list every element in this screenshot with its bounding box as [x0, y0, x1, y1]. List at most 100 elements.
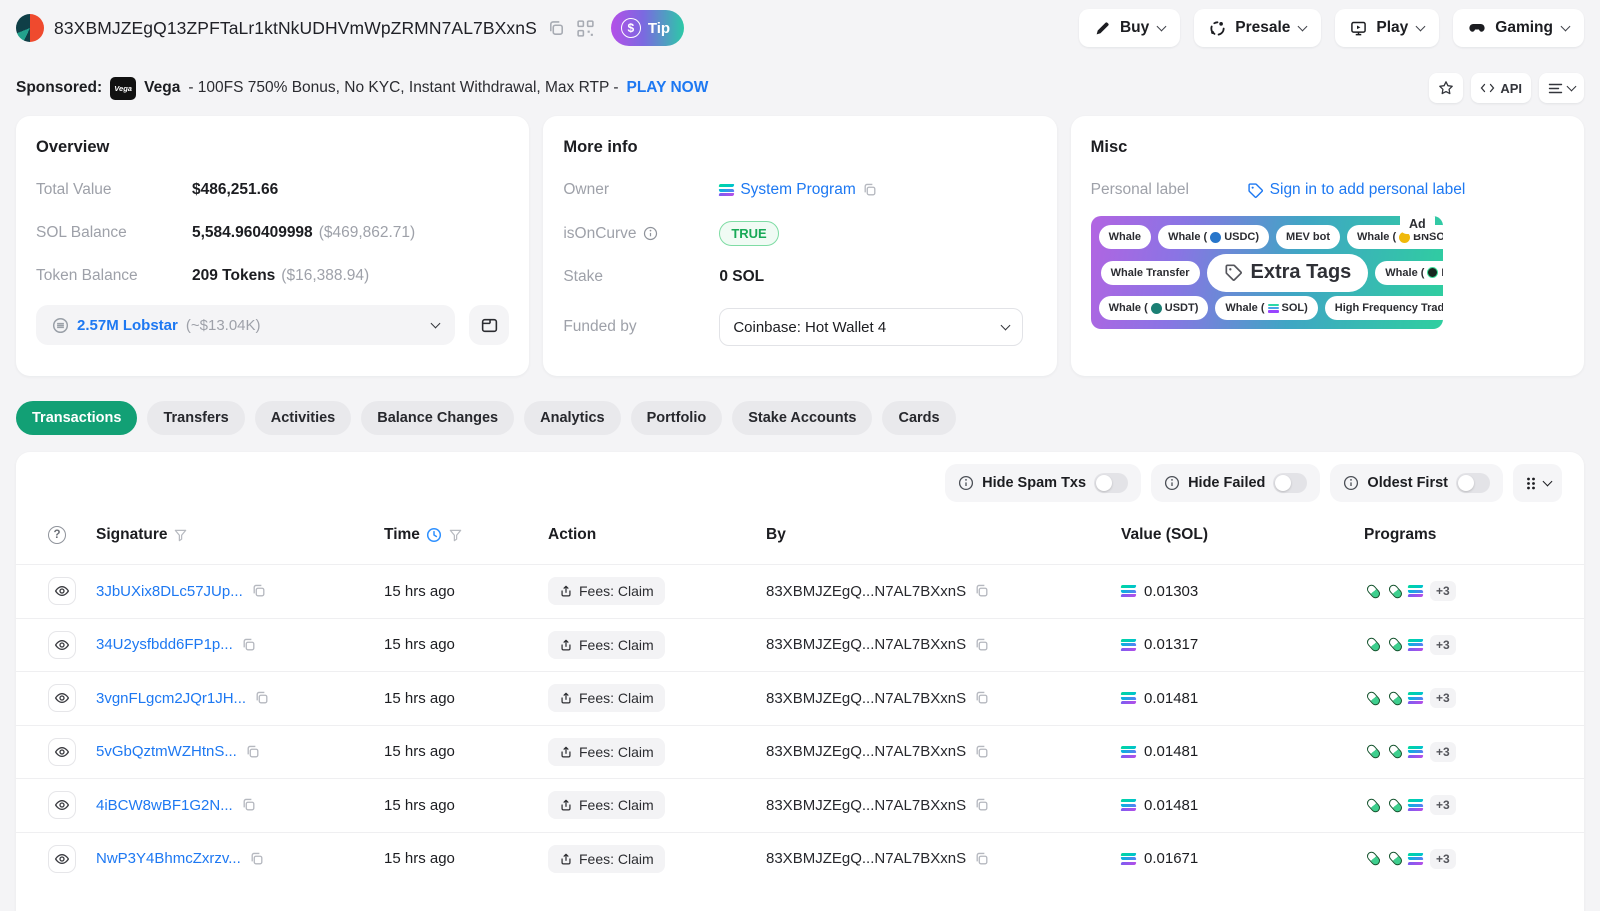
- is-on-curve-label: isOnCurve: [563, 225, 636, 243]
- tab-cards[interactable]: Cards: [882, 401, 955, 435]
- overview-card: Overview Total Value $486,251.66 SOL Bal…: [16, 116, 529, 376]
- signature-link[interactable]: 3vgnFLgcm2JQr1JH...: [96, 690, 246, 707]
- filter-funnel-icon[interactable]: [448, 528, 463, 543]
- more-programs-badge[interactable]: +3: [1430, 688, 1456, 708]
- sign-in-personal-label-link[interactable]: Sign in to add personal label: [1270, 181, 1466, 199]
- api-button[interactable]: API: [1471, 73, 1531, 103]
- coin-icon: [52, 317, 69, 334]
- preview-eye-button[interactable]: [48, 577, 76, 605]
- more-programs-badge[interactable]: +3: [1430, 742, 1456, 762]
- ad-tag-pill: Whale: [1099, 225, 1151, 249]
- total-value-label: Total Value: [36, 181, 192, 199]
- copy-icon[interactable]: [974, 797, 990, 813]
- time-cell: 15 hrs ago: [384, 583, 548, 600]
- copy-address-button[interactable]: [547, 19, 566, 38]
- action-badge: Fees: Claim: [548, 684, 665, 712]
- ad-tag-row-3: Whale (USDT)Whale (SOL)High Frequency Tr…: [1099, 296, 1435, 320]
- signature-link[interactable]: 5vGbQztmWZHtnS...: [96, 743, 237, 760]
- tab-balance-changes[interactable]: Balance Changes: [361, 401, 514, 435]
- tab-stake-accounts[interactable]: Stake Accounts: [732, 401, 872, 435]
- copy-icon[interactable]: [249, 851, 265, 867]
- more-programs-badge[interactable]: +3: [1430, 849, 1456, 869]
- pump-program-icon: [1364, 582, 1382, 600]
- misc-title: Misc: [1091, 138, 1564, 157]
- time-cell: 15 hrs ago: [384, 636, 548, 653]
- code-icon: [1480, 82, 1495, 94]
- copy-icon[interactable]: [974, 583, 990, 599]
- pump-program-icon: [1386, 582, 1404, 600]
- copy-icon[interactable]: [245, 744, 261, 760]
- favorite-button[interactable]: [1429, 73, 1463, 103]
- filter-funnel-icon[interactable]: [173, 528, 188, 543]
- copy-icon[interactable]: [974, 637, 990, 653]
- tab-transactions[interactable]: Transactions: [16, 401, 137, 435]
- programs-header: Programs: [1364, 526, 1436, 544]
- signature-link[interactable]: NwP3Y4BhmcZxrzv...: [96, 850, 241, 867]
- signature-link[interactable]: 34U2ysfbdd6FP1p...: [96, 636, 233, 653]
- columns-settings-button[interactable]: [1513, 464, 1562, 502]
- wallet-portfolio-button[interactable]: [469, 305, 509, 345]
- signature-link[interactable]: 3JbUXix8DLc57JUp...: [96, 583, 243, 600]
- copy-icon[interactable]: [251, 583, 267, 599]
- extra-tags-ad-banner[interactable]: Ad WhaleWhale (USDC)MEV botWhale (BNSOL)…: [1091, 216, 1443, 329]
- hide-spam-toggle[interactable]: Hide Spam Txs: [945, 464, 1141, 502]
- hide-failed-toggle[interactable]: Hide Failed: [1151, 464, 1320, 502]
- buy-dropdown-button[interactable]: Buy: [1079, 9, 1180, 47]
- solana-icon: [1121, 639, 1136, 651]
- account-address: 83XBMJZEgQ13ZPFTaLr1ktNkUDHVmWpZRMN7AL7B…: [54, 18, 537, 39]
- info-icon: [1343, 475, 1359, 491]
- stake-value: 0 SOL: [719, 268, 764, 286]
- tab-analytics[interactable]: Analytics: [524, 401, 620, 435]
- preview-eye-button[interactable]: [48, 684, 76, 712]
- copy-icon[interactable]: [974, 851, 990, 867]
- token-selector[interactable]: 2.57M Lobstar (~$13.04K): [36, 305, 455, 345]
- clock-icon[interactable]: [426, 527, 442, 543]
- oldest-first-toggle[interactable]: Oldest First: [1330, 464, 1503, 502]
- eye-icon: [54, 583, 70, 599]
- eye-icon: [54, 744, 70, 760]
- funded-by-select[interactable]: Coinbase: Hot Wallet 4: [719, 308, 1023, 346]
- more-programs-badge[interactable]: +3: [1430, 581, 1456, 601]
- signature-link[interactable]: 4iBCW8wBF1G2N...: [96, 797, 233, 814]
- preview-eye-button[interactable]: [48, 791, 76, 819]
- preview-eye-button[interactable]: [48, 631, 76, 659]
- more-programs-badge[interactable]: +3: [1430, 635, 1456, 655]
- copy-icon[interactable]: [241, 797, 257, 813]
- chevron-down-icon: [1561, 21, 1571, 31]
- pump-program-icon: [1364, 689, 1382, 707]
- pen-icon: [1094, 20, 1111, 37]
- help-icon[interactable]: ?: [48, 526, 66, 544]
- copy-icon[interactable]: [254, 690, 270, 706]
- table-row: 4iBCW8wBF1G2N... 15 hrs ago Fees: Claim …: [16, 778, 1584, 832]
- owner-link[interactable]: System Program: [740, 181, 855, 199]
- copy-icon[interactable]: [974, 744, 990, 760]
- presale-dropdown-button[interactable]: Presale: [1194, 9, 1321, 47]
- tip-button[interactable]: $ Tip: [611, 10, 684, 46]
- copy-icon[interactable]: [862, 182, 878, 198]
- play-dropdown-button[interactable]: Play: [1335, 9, 1439, 47]
- more-programs-badge[interactable]: +3: [1430, 795, 1456, 815]
- value-sol: 0.01671: [1144, 850, 1198, 867]
- play-now-link[interactable]: PLAY NOW: [627, 79, 709, 97]
- qr-code-button[interactable]: [576, 19, 595, 38]
- usdc-icon: [1210, 232, 1221, 243]
- copy-icon[interactable]: [241, 637, 257, 653]
- preview-eye-button[interactable]: [48, 845, 76, 873]
- tab-portfolio[interactable]: Portfolio: [631, 401, 723, 435]
- solana-program-icon: [1408, 692, 1423, 704]
- action-header: Action: [548, 526, 596, 544]
- by-address: 83XBMJZEgQ...N7AL7BXxnS: [766, 743, 966, 760]
- pump-program-icon: [1386, 636, 1404, 654]
- gaming-dropdown-button[interactable]: Gaming: [1453, 9, 1584, 47]
- eye-icon: [54, 851, 70, 867]
- preview-eye-button[interactable]: [48, 738, 76, 766]
- sol-balance-label: SOL Balance: [36, 224, 192, 242]
- solana-icon: [1121, 692, 1136, 704]
- tab-activities[interactable]: Activities: [255, 401, 351, 435]
- copy-icon[interactable]: [974, 690, 990, 706]
- tab-transfers[interactable]: Transfers: [147, 401, 244, 435]
- stake-label: Stake: [563, 268, 719, 286]
- tag-icon: [1224, 263, 1243, 282]
- solana-program-icon: [1408, 585, 1423, 597]
- list-menu-button[interactable]: [1539, 73, 1584, 103]
